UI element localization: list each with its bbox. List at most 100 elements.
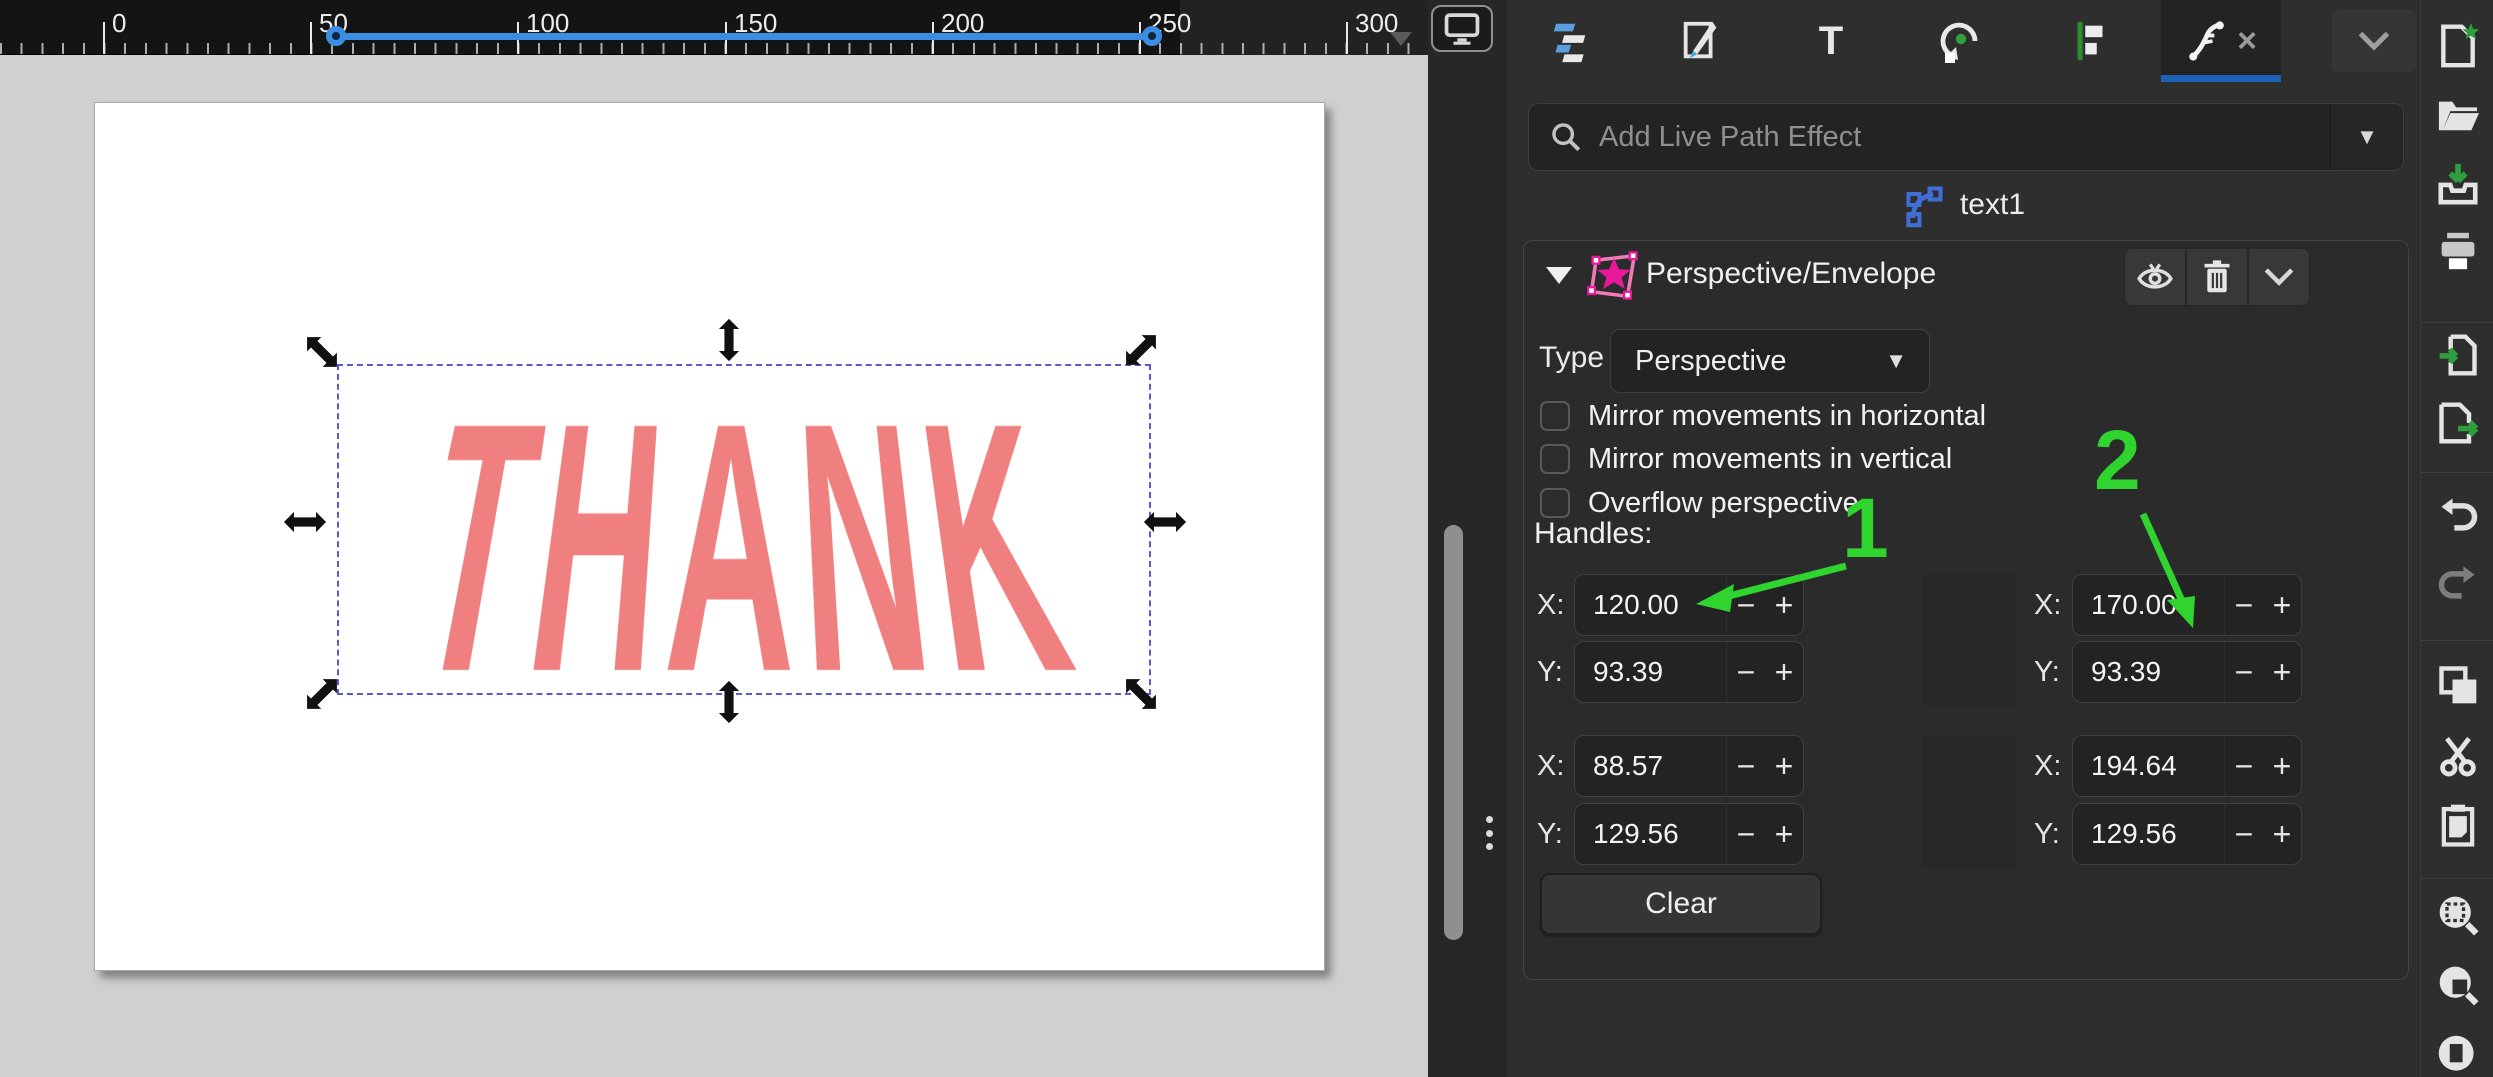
- undo-button[interactable]: [2435, 492, 2481, 538]
- canvas-area[interactable]: THANK 0 50 100 150 200 250 3: [0, 0, 1428, 1077]
- tab-align[interactable]: [2032, 0, 2150, 82]
- clear-button[interactable]: Clear: [1540, 873, 1822, 935]
- save-icon: [2435, 160, 2481, 206]
- handle3-x-field[interactable]: 88.57 −+: [1574, 735, 1804, 797]
- mirror-vertical-checkbox[interactable]: [1540, 444, 1570, 474]
- chevron-down-icon: [2262, 265, 2296, 289]
- duplicate-button[interactable]: [2435, 662, 2481, 708]
- redo-button[interactable]: [2435, 560, 2481, 606]
- handle-preview-box: [1922, 735, 2016, 869]
- fill-stroke-icon: [1678, 18, 1724, 64]
- scale-handle-top[interactable]: [716, 318, 742, 362]
- import-icon: [2436, 332, 2480, 378]
- vertical-scrollbar-thumb[interactable]: [1444, 525, 1463, 940]
- increment-button[interactable]: +: [1765, 816, 1803, 853]
- checkbox-label: Overflow perspective: [1588, 487, 1859, 520]
- coord-label: Y:: [2034, 818, 2060, 851]
- zoom-selection-button[interactable]: [2435, 892, 2481, 938]
- search-icon: [1549, 120, 1583, 154]
- effect-move-down-button[interactable]: [2248, 248, 2310, 306]
- zoom-page-button[interactable]: [2435, 1032, 2481, 1077]
- import-button[interactable]: [2435, 332, 2481, 378]
- ruler-selection-end-knob: [1142, 26, 1162, 46]
- tab-fill-stroke[interactable]: [1642, 0, 1760, 82]
- increment-button[interactable]: +: [2263, 748, 2301, 785]
- undo-icon: [2436, 495, 2480, 535]
- type-dropdown[interactable]: Perspective ▼: [1610, 329, 1930, 393]
- perspective-effect-icon: [1586, 249, 1642, 303]
- handle4-y-field[interactable]: 129.56 −+: [2072, 803, 2302, 865]
- increment-button[interactable]: +: [1765, 654, 1803, 691]
- overflow-perspective-checkbox[interactable]: [1540, 488, 1570, 518]
- selected-object-row: text1: [1506, 182, 2421, 228]
- mirror-horizontal-checkbox[interactable]: [1540, 401, 1570, 431]
- export-icon: [2436, 400, 2480, 446]
- scale-handle-left[interactable]: [283, 509, 327, 535]
- panel-resize-handle[interactable]: [1486, 816, 1494, 850]
- increment-button[interactable]: +: [2263, 587, 2301, 624]
- handle4-x-field[interactable]: 194.64 −+: [2072, 735, 2302, 797]
- effect-header[interactable]: Perspective/Envelope: [1524, 241, 2408, 311]
- increment-button[interactable]: +: [2263, 654, 2301, 691]
- coord-value: 88.57: [1593, 750, 1726, 782]
- new-document-button[interactable]: [2435, 22, 2481, 68]
- effect-entry: Perspective/Envelope: [1523, 240, 2409, 980]
- effect-visibility-button[interactable]: [2124, 248, 2186, 306]
- decrement-button[interactable]: −: [2225, 587, 2263, 624]
- effect-list-dropdown-button[interactable]: ▼: [2331, 104, 2403, 170]
- ruler-popup-arrow-icon: [1390, 32, 1412, 46]
- increment-button[interactable]: +: [2263, 816, 2301, 853]
- tabs-overflow-button[interactable]: [2332, 10, 2416, 72]
- decrement-button[interactable]: −: [1727, 748, 1765, 785]
- open-document-button[interactable]: [2435, 92, 2481, 138]
- display-mode-button[interactable]: [1431, 5, 1493, 52]
- print-icon: [2436, 231, 2480, 271]
- zoom-page-icon: [2436, 1033, 2480, 1077]
- decrement-button[interactable]: −: [2225, 748, 2263, 785]
- annotation-number-2: 2: [2094, 418, 2141, 502]
- decrement-button[interactable]: −: [1727, 654, 1765, 691]
- handle3-y-field[interactable]: 129.56 −+: [1574, 803, 1804, 865]
- tab-text[interactable]: T: [1772, 0, 1890, 82]
- zoom-drawing-icon: [2436, 963, 2480, 1007]
- paste-button[interactable]: [2435, 802, 2481, 848]
- scale-handle-bottom[interactable]: [716, 680, 742, 724]
- selection-bounding-box: [337, 364, 1151, 695]
- lpe-search-box[interactable]: ▼: [1528, 103, 2404, 171]
- open-folder-icon: [2435, 94, 2481, 136]
- handle2-y-field[interactable]: 93.39 −+: [2072, 641, 2302, 703]
- search-input[interactable]: [1599, 121, 2330, 154]
- trash-icon: [2200, 259, 2234, 295]
- increment-button[interactable]: +: [1765, 748, 1803, 785]
- tab-path-effects[interactable]: ×: [2162, 0, 2280, 82]
- decrement-button[interactable]: −: [2225, 816, 2263, 853]
- decrement-button[interactable]: −: [1727, 816, 1765, 853]
- expander-triangle-icon[interactable]: [1546, 267, 1572, 284]
- cut-button[interactable]: [2435, 732, 2481, 778]
- coord-value: 194.64: [2091, 750, 2224, 782]
- eye-icon: [2136, 258, 2174, 296]
- coord-label: Y:: [1537, 818, 1563, 851]
- zoom-drawing-button[interactable]: [2435, 962, 2481, 1008]
- export-button[interactable]: [2435, 400, 2481, 446]
- decrement-button[interactable]: −: [2225, 654, 2263, 691]
- align-icon: [2068, 18, 2114, 64]
- coord-label: X:: [2034, 750, 2061, 783]
- zoom-selection-icon: [2436, 893, 2480, 937]
- tab-transform[interactable]: [1902, 0, 2020, 82]
- coord-label: X:: [2034, 589, 2061, 622]
- tab-layers[interactable]: [1514, 0, 1632, 82]
- live-path-effects-panel: T ×: [1505, 0, 2420, 1077]
- selected-object-name: text1: [1960, 188, 2025, 222]
- handle1-y-field[interactable]: 93.39 −+: [1574, 641, 1804, 703]
- save-document-button[interactable]: [2435, 160, 2481, 206]
- scale-handle-right[interactable]: [1143, 509, 1187, 535]
- lpe-close-icon[interactable]: ×: [2237, 22, 2257, 61]
- type-value: Perspective: [1635, 345, 1885, 378]
- horizontal-ruler[interactable]: 0 50 100 150 200 250 300: [0, 0, 1428, 55]
- path-node-icon: [1902, 182, 1946, 228]
- layers-icon: [1550, 18, 1596, 64]
- print-button[interactable]: [2435, 228, 2481, 274]
- checkbox-label: Mirror movements in vertical: [1588, 443, 1952, 476]
- effect-delete-button[interactable]: [2186, 248, 2248, 306]
